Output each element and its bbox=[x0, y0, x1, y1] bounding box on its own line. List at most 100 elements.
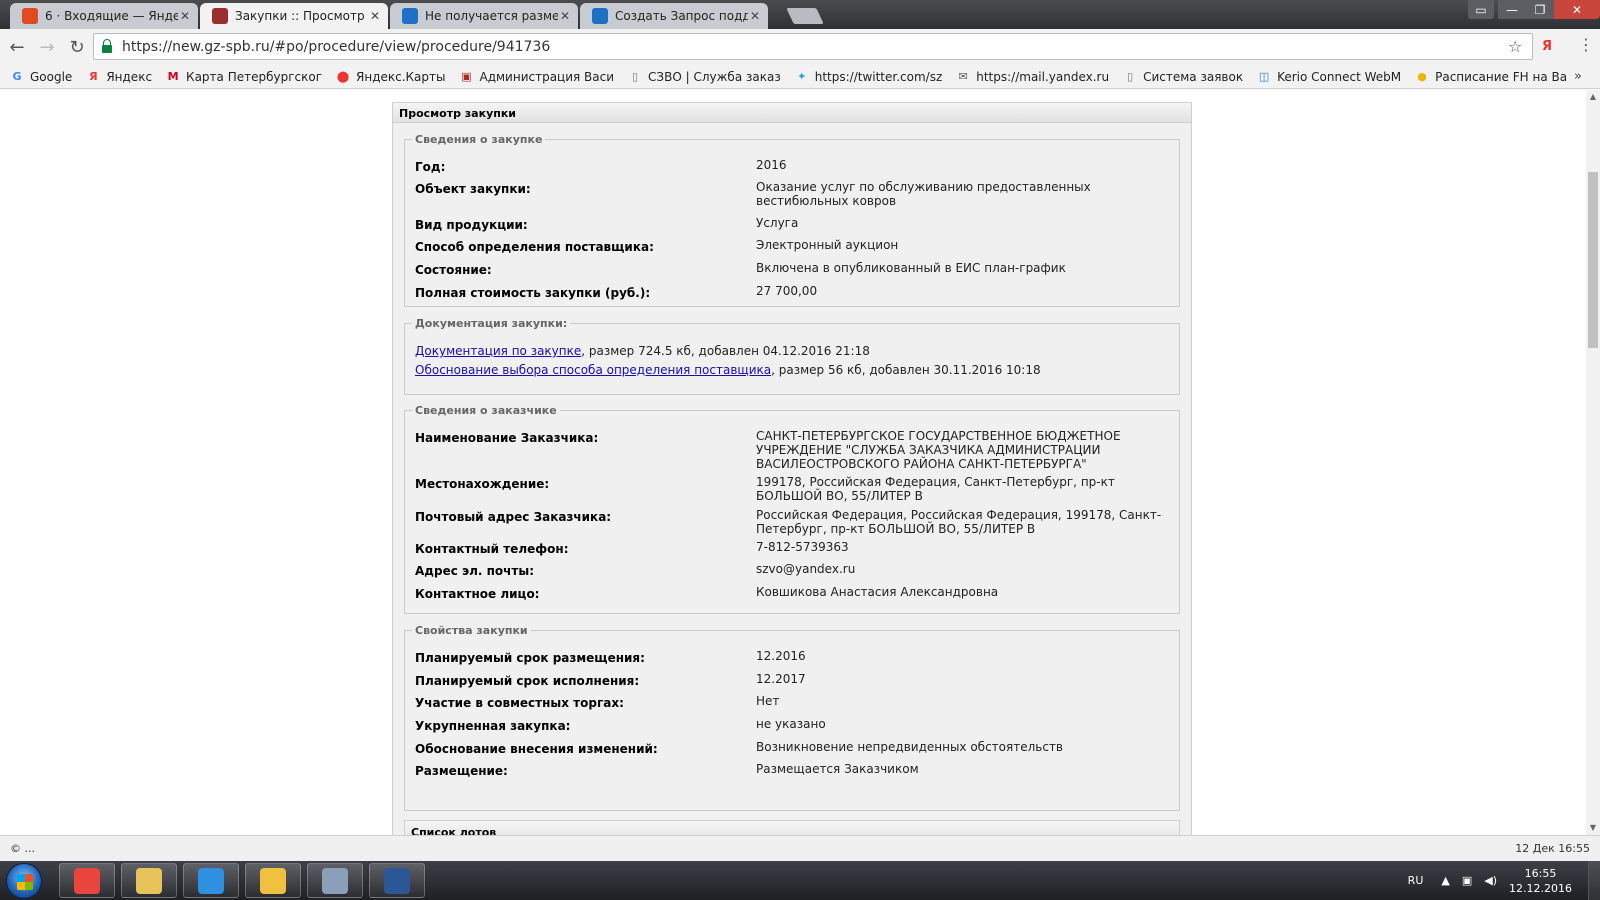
network-icon[interactable]: ▣ bbox=[1462, 874, 1472, 887]
field-value: 7-812-5739363 bbox=[756, 540, 849, 554]
tray-expand-icon[interactable]: ▲ bbox=[1441, 874, 1449, 887]
status-datetime: 12 Дек 16:55 bbox=[1515, 842, 1590, 855]
scrollbar-thumb[interactable] bbox=[1588, 172, 1598, 348]
close-tab-icon[interactable]: ✕ bbox=[748, 9, 762, 23]
close-window-button[interactable]: ✕ bbox=[1554, 0, 1600, 19]
window-controls: ▭ — ❐ ✕ bbox=[1468, 0, 1600, 19]
volume-icon[interactable]: ◀) bbox=[1484, 874, 1497, 887]
close-tab-icon[interactable]: ✕ bbox=[178, 9, 192, 23]
language-indicator[interactable]: RU bbox=[1408, 874, 1424, 887]
windows-taskbar: RU ▲ ▣ ◀) 16:55 12.12.2016 bbox=[0, 861, 1600, 900]
close-tab-icon[interactable]: ✕ bbox=[558, 9, 572, 23]
document-link[interactable]: Обоснование выбора способа определения п… bbox=[415, 363, 771, 377]
scroll-up-icon[interactable]: ▲ bbox=[1586, 90, 1600, 104]
panel-title: Просмотр закупки bbox=[393, 103, 1191, 123]
field-label: Планируемый срок размещения: bbox=[415, 651, 645, 665]
tab-title: Закупки :: Просмотр зак bbox=[235, 9, 368, 23]
taskbar-app[interactable] bbox=[121, 863, 177, 898]
bookmark-star-icon[interactable]: ☆ bbox=[1508, 37, 1532, 56]
minimize-button[interactable]: — bbox=[1498, 0, 1526, 19]
field-value: Ковшикова Анастасия Александровна bbox=[756, 585, 999, 599]
status-copyright: © ... bbox=[10, 842, 35, 855]
start-button[interactable] bbox=[6, 863, 42, 899]
vertical-scrollbar[interactable]: ▲ ▼ bbox=[1586, 90, 1600, 835]
browser-tab[interactable]: Создать Запрос поддер✕ bbox=[580, 3, 768, 29]
support-icon bbox=[592, 8, 608, 24]
browser-tab[interactable]: Закупки :: Просмотр зак✕ bbox=[200, 3, 388, 29]
bookmark-item[interactable]: M Карта Петербургског bbox=[166, 70, 322, 84]
field-value: Услуга bbox=[756, 216, 799, 230]
page-icon: ▯ bbox=[1127, 70, 1134, 83]
browser-tab[interactable]: 6 · Входящие — Яндекс✕ bbox=[10, 3, 198, 29]
bookmark-item[interactable]: ▣ Администрация Васи bbox=[460, 70, 614, 84]
field-label: Участие в совместных торгах: bbox=[415, 696, 624, 710]
taskbar-app[interactable] bbox=[183, 863, 239, 898]
taskbar-app[interactable] bbox=[59, 863, 115, 898]
field-value: 2016 bbox=[756, 158, 787, 172]
section-legend: Документация закупки: bbox=[415, 317, 568, 330]
bookmark-item[interactable]: ⬤ Яндекс.Карты bbox=[336, 70, 446, 84]
close-tab-icon[interactable]: ✕ bbox=[368, 9, 382, 23]
bookmark-item[interactable]: ✉ https://mail.yandex.ru bbox=[956, 70, 1109, 84]
bookmark-label: Расписание FH на Ва bbox=[1435, 69, 1568, 84]
maximize-button[interactable]: ❐ bbox=[1526, 0, 1554, 19]
new-tab-button[interactable] bbox=[786, 8, 824, 24]
bookmark-item[interactable]: G Google bbox=[10, 70, 72, 84]
document-item: Обоснование выбора способа определения п… bbox=[415, 363, 1041, 377]
forward-arrow-icon[interactable]: → bbox=[34, 34, 60, 60]
support-icon bbox=[402, 8, 418, 24]
taskbar-app[interactable] bbox=[245, 863, 301, 898]
field-label: Размещение: bbox=[415, 764, 508, 778]
status-bar: © ... 12 Дек 16:55 bbox=[0, 835, 1600, 861]
bookmark-item[interactable]: ● Расписание FH на Ва bbox=[1415, 70, 1567, 84]
mail-envelope-icon: ✉ bbox=[958, 70, 968, 83]
bookmark-item[interactable]: ✦ https://twitter.com/sz bbox=[795, 70, 942, 84]
scroll-down-icon[interactable]: ▼ bbox=[1586, 821, 1600, 835]
coat-of-arms-icon: ▣ bbox=[461, 70, 472, 83]
document-item: Документация по закупке, размер 724.5 кб… bbox=[415, 344, 870, 358]
reload-icon[interactable]: ↻ bbox=[64, 34, 90, 60]
url-text[interactable]: https://new.gz-spb.ru/#po/procedure/view… bbox=[122, 39, 1508, 55]
field-value: szvo@yandex.ru bbox=[756, 562, 856, 576]
tab-title: Создать Запрос поддер bbox=[615, 9, 748, 23]
taskbar-app[interactable] bbox=[307, 863, 363, 898]
field-value: 27 700,00 bbox=[756, 284, 818, 298]
yandex-icon: Я bbox=[89, 70, 98, 83]
clock[interactable]: 16:55 12.12.2016 bbox=[1509, 866, 1572, 896]
field-label: Состояние: bbox=[415, 263, 492, 277]
mail-icon bbox=[22, 8, 38, 24]
field-value: Электронный аукцион bbox=[756, 238, 899, 252]
address-bar[interactable]: https://new.gz-spb.ru/#po/procedure/view… bbox=[93, 33, 1533, 60]
document-link[interactable]: Документация по закупке bbox=[415, 344, 581, 358]
field-value: Российская Федерация, Российская Федерац… bbox=[756, 508, 1162, 536]
field-label: Адрес эл. почты: bbox=[415, 564, 535, 578]
bookmarks-overflow-icon[interactable]: » bbox=[1574, 69, 1582, 84]
field-value: Включена в опубликованный в ЕИС план-гра… bbox=[756, 261, 1066, 275]
system-tray: RU ▲ ▣ ◀) 16:55 12.12.2016 bbox=[1408, 861, 1600, 900]
bookmark-label: СЗВО | Служба заказ bbox=[648, 69, 781, 84]
yandex-extension-icon[interactable]: Я bbox=[1542, 39, 1552, 54]
section-legend: Сведения о закупке bbox=[415, 133, 543, 146]
field-value: Оказание услуг по обслуживанию предостав… bbox=[756, 180, 1091, 208]
google-icon: G bbox=[12, 70, 22, 83]
bookmarks-bar: G Google Я Яндекс M Карта Петербургског ⬤ Яндек… bbox=[0, 65, 1600, 89]
taskbar-app[interactable] bbox=[369, 863, 425, 898]
browser-tab[interactable]: Не получается размести✕ bbox=[390, 3, 578, 29]
bookmark-item[interactable]: Я Яндекс bbox=[86, 70, 152, 84]
tab-title: 6 · Входящие — Яндекс bbox=[45, 9, 178, 23]
lots-list-header[interactable]: Список лотов bbox=[404, 820, 1180, 835]
bookmark-item[interactable]: ◫ Kerio Connect WebM bbox=[1257, 70, 1401, 84]
field-label: Полная стоимость закупки (руб.): bbox=[415, 286, 651, 300]
user-profile-icon[interactable]: ▭ bbox=[1468, 0, 1494, 19]
bookmark-item[interactable]: ▯ Система заявок bbox=[1123, 70, 1243, 84]
bookmark-item[interactable]: ▯ СЗВО | Служба заказ bbox=[628, 70, 781, 84]
field-label: Наименование Заказчика: bbox=[415, 431, 599, 445]
bookmark-label: Яндекс bbox=[106, 69, 153, 84]
back-arrow-icon[interactable]: ← bbox=[4, 34, 30, 60]
bookmark-label: Google bbox=[30, 69, 73, 84]
browser-menu-icon[interactable]: ⋮ bbox=[1578, 35, 1594, 54]
secure-lock-icon[interactable] bbox=[102, 38, 112, 53]
bookmark-label: Карта Петербургског bbox=[186, 69, 323, 84]
show-desktop-button[interactable] bbox=[1588, 861, 1600, 900]
field-label: Контактное лицо: bbox=[415, 587, 540, 601]
